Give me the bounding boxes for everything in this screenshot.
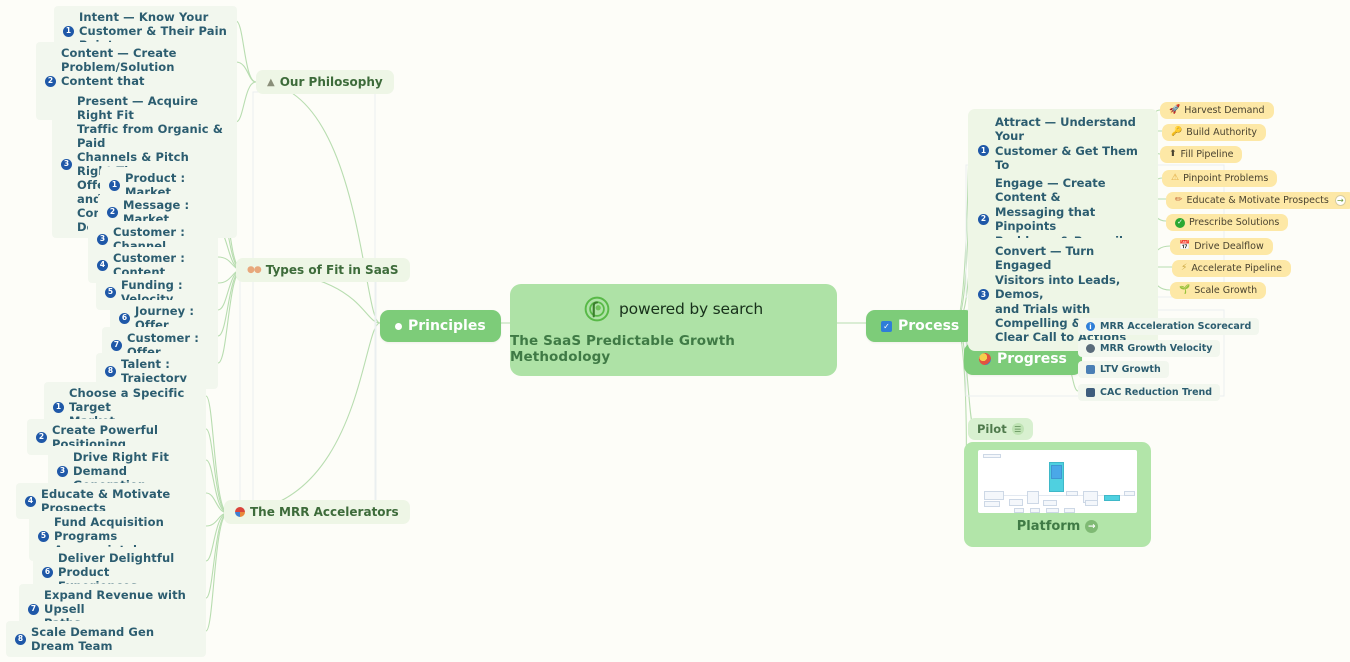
number-badge: 1 [53, 401, 64, 413]
tag-build-authority[interactable]: 🔑 Build Authority [1162, 124, 1267, 141]
info-icon: i [1086, 322, 1095, 331]
tag-label: Build Authority [1186, 127, 1258, 138]
pilot-label: Pilot [977, 422, 1007, 436]
arrow-right-circle-icon[interactable]: → [1334, 195, 1346, 206]
footprints-icon: ●● [247, 265, 262, 275]
branch-our-philosophy[interactable]: ▲ Our Philosophy [256, 70, 394, 94]
tag-label: Educate & Motivate Prospects [1186, 195, 1329, 206]
number-badge: 8 [105, 365, 116, 377]
tag-drive-dealflow[interactable]: 📅 Drive Dealflow [1170, 238, 1273, 255]
blue-checkbox-icon: ✓ [881, 320, 892, 332]
tag-label: Accelerate Pipeline [1191, 263, 1282, 274]
brand-wordmark: powered by search [619, 299, 763, 318]
platform-thumbnail [978, 450, 1137, 513]
number-badge: 4 [97, 259, 108, 271]
metric-label: LTV Growth [1100, 364, 1161, 375]
tag-label: Scale Growth [1194, 285, 1258, 296]
hub-process-label: Process [898, 318, 960, 334]
hub-progress-label: Progress [997, 351, 1067, 367]
tag-pinpoint-problems[interactable]: ⚠ Pinpoint Problems [1162, 170, 1278, 187]
tag-accelerate-pipeline[interactable]: ⚡ Accelerate Pipeline [1172, 260, 1291, 277]
metric-cac-reduction-trend[interactable]: CAC Reduction Trend [1078, 384, 1221, 401]
node-platform[interactable]: Platform → [964, 442, 1151, 547]
hub-principles-label: Principles [408, 318, 486, 334]
down-trend-icon [1086, 388, 1095, 397]
list-item-label: Talent : Trajectory [121, 357, 188, 386]
tag-scale-growth[interactable]: 🌱 Scale Growth [1170, 282, 1267, 299]
number-badge: 8 [15, 633, 26, 645]
tag-educate-motivate-prospects[interactable]: ✏ Educate & Motivate Prospects → [1166, 192, 1350, 209]
mountain-icon: ▲ [267, 76, 275, 88]
metric-label: MRR Acceleration Scorecard [1100, 321, 1252, 332]
platform-label-row: Platform → [1017, 519, 1099, 534]
branch-types-of-fit-label: Types of Fit in SaaS [265, 263, 399, 277]
check-circle-icon: ✓ [1175, 217, 1185, 228]
branch-mrr-accelerators-label: The MRR Accelerators [250, 505, 399, 519]
powered-by-search-logo-icon [584, 296, 610, 321]
number-badge: 3 [978, 288, 989, 300]
target-icon [979, 353, 991, 365]
warning-icon: ⚠ [1171, 173, 1180, 183]
number-badge: 1 [63, 25, 74, 37]
chart-icon [1086, 365, 1095, 374]
hub-process[interactable]: ✓ Process [866, 310, 975, 342]
gear-icon [1086, 344, 1095, 353]
number-badge: 7 [28, 603, 39, 615]
metric-mrr-acceleration-scorecard[interactable]: i MRR Acceleration Scorecard [1078, 318, 1260, 335]
metric-label: MRR Growth Velocity [1100, 343, 1213, 354]
pencil-icon: ✏ [1175, 195, 1183, 205]
calendar-icon: 📅 [1179, 241, 1191, 251]
bolt-icon: ⚡ [1181, 263, 1188, 273]
tag-prescribe-solutions[interactable]: ✓ Prescribe Solutions [1166, 214, 1289, 231]
number-badge: 5 [38, 530, 49, 542]
list-item[interactable]: 8 Scale Demand Gen Dream Team [6, 621, 206, 658]
number-badge: 2 [107, 206, 118, 218]
number-badge: 6 [119, 312, 130, 324]
brand-logo: powered by search [584, 296, 763, 322]
tag-label: Fill Pipeline [1180, 149, 1234, 160]
number-badge: 2 [978, 213, 989, 225]
hub-principles[interactable]: Principles [380, 310, 501, 342]
metric-mrr-growth-velocity[interactable]: MRR Growth Velocity [1078, 340, 1221, 357]
beachball-icon [235, 507, 245, 517]
number-badge: 6 [42, 566, 53, 578]
number-badge: 5 [105, 286, 116, 298]
number-badge: 4 [25, 495, 36, 507]
number-badge: 3 [61, 158, 72, 170]
tag-harvest-demand[interactable]: 🚀 Harvest Demand [1160, 102, 1274, 119]
number-badge: 2 [45, 75, 56, 87]
tag-label: Prescribe Solutions [1189, 217, 1280, 228]
key-icon: 🔑 [1171, 127, 1183, 137]
number-badge: 3 [57, 465, 68, 477]
sprout-icon: 🌱 [1179, 285, 1191, 295]
branch-mrr-accelerators[interactable]: The MRR Accelerators [224, 500, 410, 524]
mindmap-canvas: powered by search The SaaS Predictable G… [0, 0, 1350, 662]
branch-types-of-fit[interactable]: ●● Types of Fit in SaaS [236, 258, 410, 282]
branch-our-philosophy-label: Our Philosophy [279, 75, 383, 89]
tag-label: Harvest Demand [1184, 105, 1265, 116]
tag-label: Drive Dealflow [1194, 241, 1264, 252]
number-badge: 3 [97, 233, 108, 245]
up-arrow-icon: ⬆ [1169, 149, 1177, 159]
number-badge: 7 [111, 339, 122, 351]
metric-label: CAC Reduction Trend [1100, 387, 1213, 398]
center-tagline: The SaaS Predictable Growth Methodology [510, 332, 736, 365]
tag-label: Pinpoint Problems [1183, 173, 1269, 184]
rocket-icon: 🚀 [1169, 105, 1181, 115]
white-dot-icon [395, 322, 402, 330]
metric-ltv-growth[interactable]: LTV Growth [1078, 361, 1169, 378]
note-icon: ☰ [1011, 423, 1024, 435]
arrow-right-circle-icon[interactable]: → [1085, 520, 1099, 533]
list-item-label: Scale Demand Gen Dream Team [31, 625, 155, 654]
number-badge: 1 [978, 145, 989, 157]
number-badge: 1 [109, 179, 120, 191]
platform-label: Platform [1016, 519, 1081, 534]
number-badge: 2 [36, 431, 47, 443]
center-node[interactable]: powered by search The SaaS Predictable G… [510, 284, 837, 376]
tag-fill-pipeline[interactable]: ⬆ Fill Pipeline [1160, 146, 1243, 163]
node-pilot[interactable]: Pilot ☰ [968, 418, 1033, 440]
